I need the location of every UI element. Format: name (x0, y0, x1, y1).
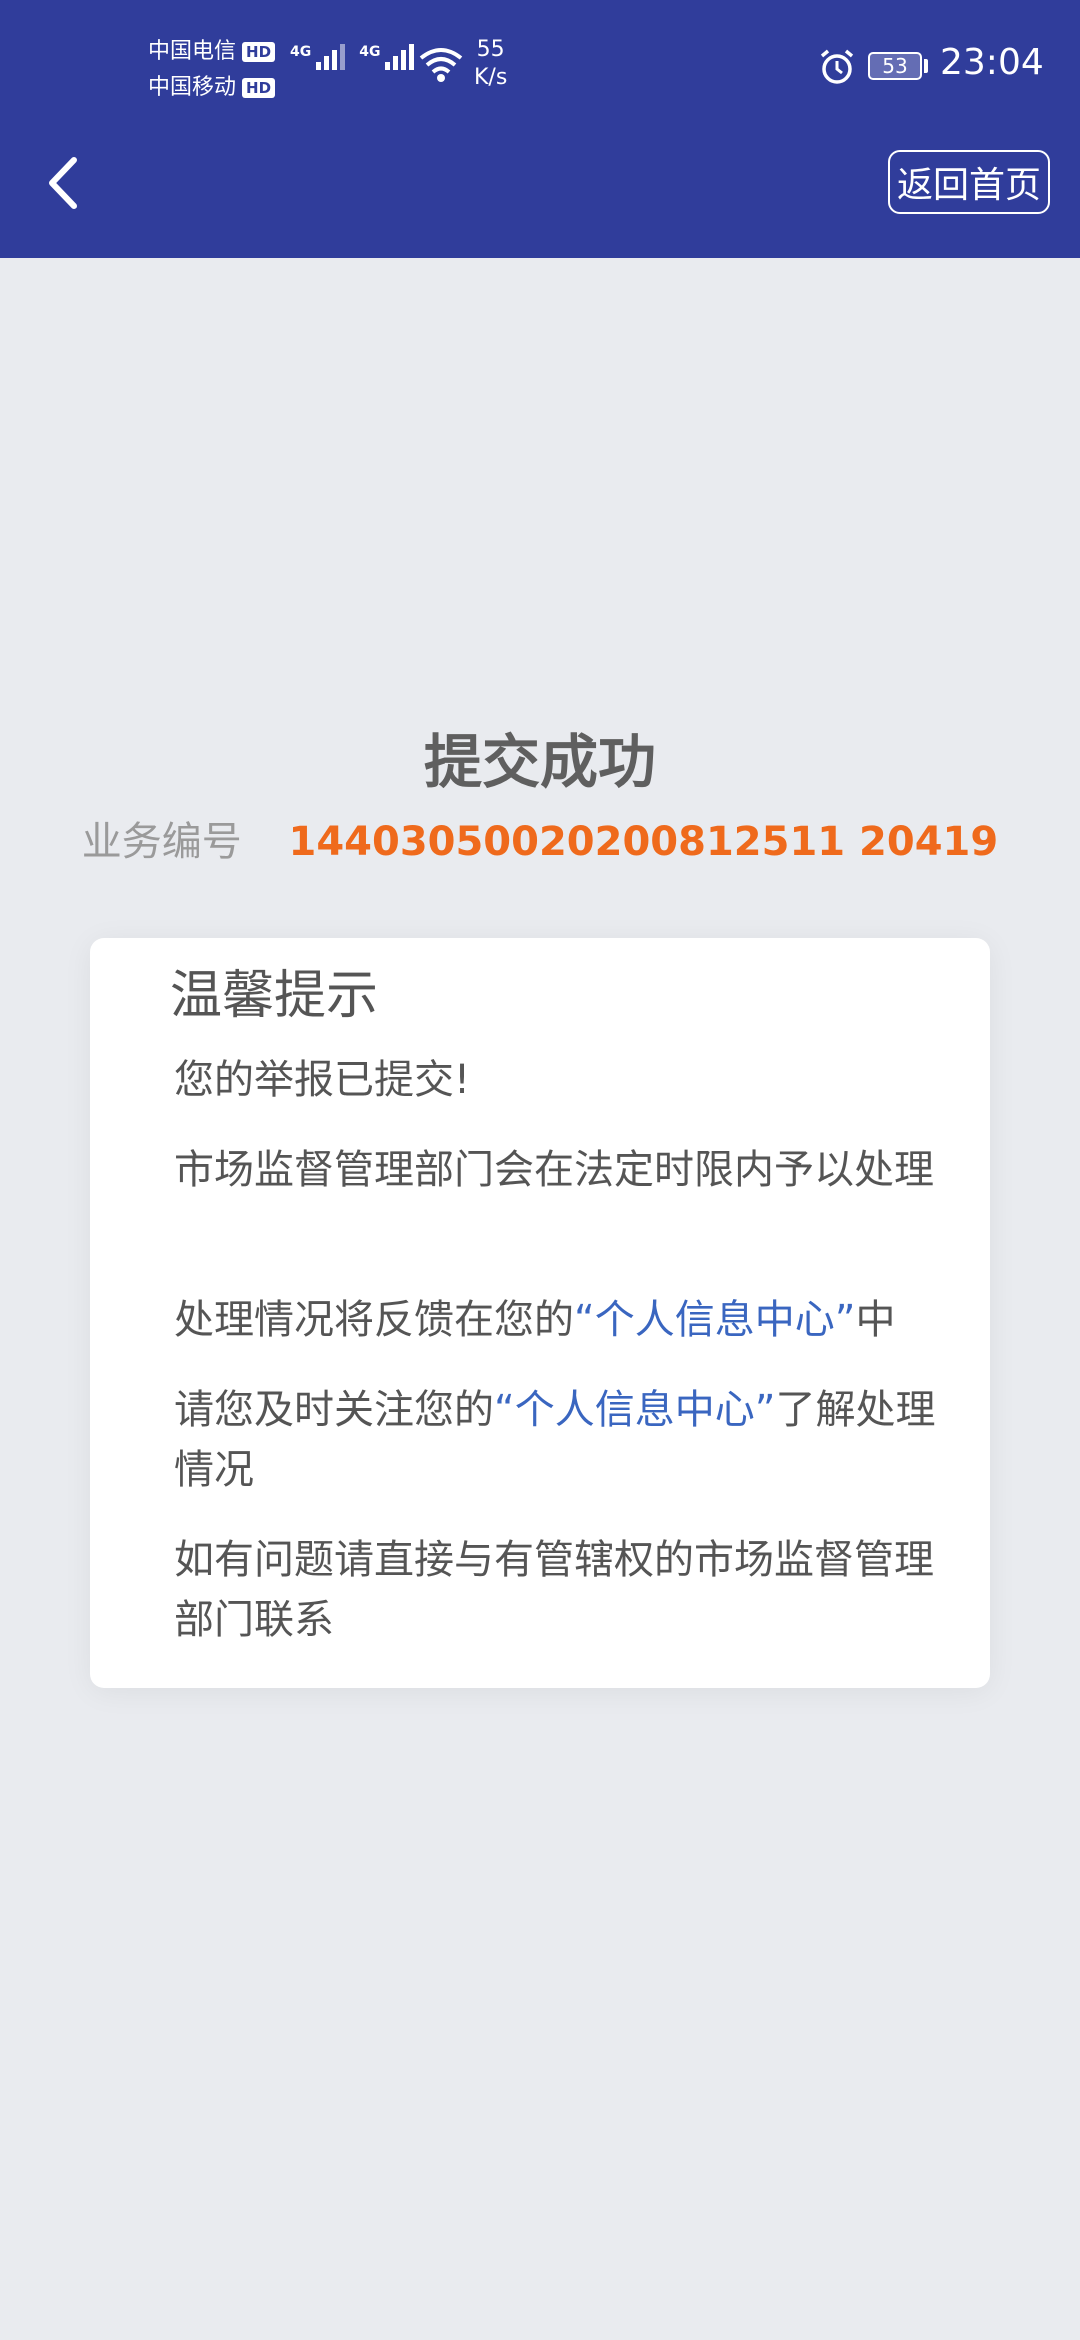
carrier-mobile: 中国移动 (148, 75, 237, 100)
personal-center-link[interactable]: “个人信息中心” (574, 1297, 855, 1343)
chevron-left-icon (49, 157, 77, 209)
signal-indicators: 4G 4G (290, 44, 415, 70)
personal-center-link[interactable]: “个人信息中心” (494, 1387, 775, 1433)
signal-icon: 4G (290, 44, 346, 70)
notice-line: 请您及时关注您的“个人信息中心”了解处理情况 (174, 1387, 936, 1493)
back-button[interactable] (40, 150, 90, 216)
carrier-telecom: 中国电信 (148, 39, 237, 64)
notice-line: 市场监督管理部门会在法定时限内予以处理 (174, 1147, 934, 1193)
business-number-label: 业务编号 (81, 819, 242, 865)
battery-icon: 53 (868, 52, 922, 80)
notice-card: 温馨提示 您的举报已提交! 市场监督管理部门会在法定时限内予以处理 处理情况将反… (90, 938, 990, 1688)
notice-title: 温馨提示 (170, 966, 379, 1026)
return-home-button[interactable]: 返回首页 (888, 150, 1050, 214)
alarm-icon (820, 49, 854, 84)
battery-nub (924, 59, 928, 73)
battery-level: 53 (882, 54, 908, 78)
top-bar: 中国电信 HD 中国移动 HD 4G 4G 55 K/s 53 23:04 返回… (0, 0, 1080, 258)
carrier-info: 中国电信 HD 中国移动 HD (148, 34, 276, 106)
status-time: 23:04 (940, 42, 1044, 83)
notice-line: 如有问题请直接与有管辖权的市场监督管理部门联系 (174, 1537, 934, 1643)
hd-badge: HD (242, 78, 276, 98)
business-number-row: 业务编号 14403050020200812511 20419 (0, 812, 1080, 872)
hd-badge: HD (242, 42, 276, 62)
wifi-icon (419, 48, 463, 82)
network-speed: 55 K/s (474, 37, 508, 90)
business-number-value: 14403050020200812511 20419 (288, 819, 999, 865)
signal-icon: 4G (359, 44, 415, 70)
notice-line: 处理情况将反馈在您的“个人信息中心”中 (174, 1297, 896, 1343)
notice-line: 您的举报已提交! (174, 1057, 471, 1103)
page-title: 提交成功 (423, 728, 656, 796)
